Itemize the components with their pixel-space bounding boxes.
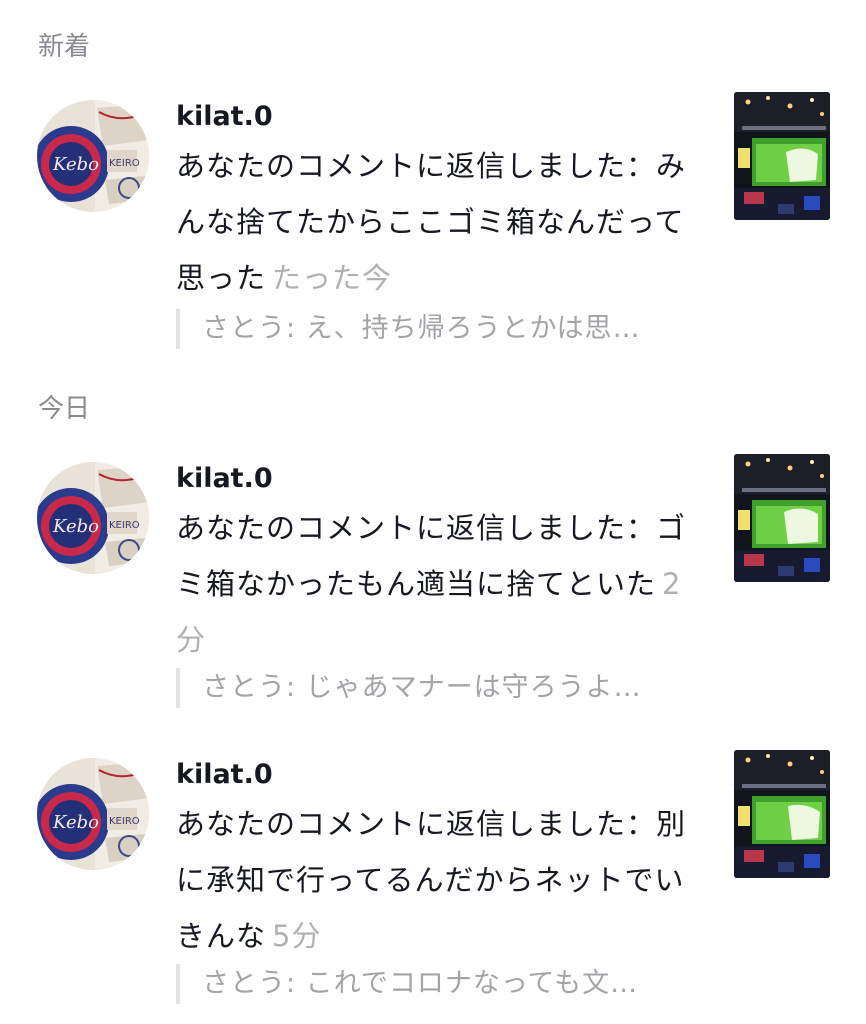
svg-text:KEIRO: KEIRO [109, 520, 140, 531]
avatar[interactable]: Kebo KEIRO [37, 758, 149, 870]
notification-message: あなたのコメントに返信しました：みんな捨てたからここゴミ箱なんだって思った たった… [176, 138, 706, 306]
message-text: あなたのコメントに返信しました：ゴミ箱なかったもん適当に捨てといた [176, 511, 687, 601]
avatar[interactable]: Kebo KEIRO [37, 100, 149, 212]
svg-text:Kebo: Kebo [52, 516, 99, 537]
avatar-image-icon: Kebo KEIRO [37, 462, 149, 574]
username[interactable]: kilat.0 [176, 758, 273, 792]
section-header-new: 新着 [38, 32, 91, 62]
reply-preview: さとう: じゃあマナーは守ろうよ… [176, 668, 642, 708]
concert-thumbnail-icon [734, 454, 830, 582]
avatar[interactable]: Kebo KEIRO [37, 462, 149, 574]
concert-thumbnail-icon [734, 92, 830, 220]
video-thumbnail[interactable] [734, 454, 830, 582]
svg-text:KEIRO: KEIRO [109, 158, 140, 169]
timestamp: たった今 [272, 261, 393, 295]
notification-message: あなたのコメントに返信しました：ゴミ箱なかったもん適当に捨てといた 2分 [176, 500, 706, 668]
username[interactable]: kilat.0 [176, 462, 273, 496]
avatar-image-icon: Kebo KEIRO [37, 758, 149, 870]
svg-text:Kebo: Kebo [52, 154, 99, 175]
reply-preview: さとう: え、持ち帰ろうとかは思… [176, 309, 641, 349]
svg-text:Kebo: Kebo [52, 812, 99, 833]
timestamp: 5分 [272, 919, 322, 953]
notification-message: あなたのコメントに返信しました：別に承知で行ってるんだからネットでいきんな 5分 [176, 796, 706, 964]
message-text: あなたのコメントに返信しました：別に承知で行ってるんだからネットでいきんな [176, 807, 687, 953]
message-text: あなたのコメントに返信しました：みんな捨てたからここゴミ箱なんだって思った [176, 149, 687, 295]
reply-preview: さとう: これでコロナなっても文… [176, 964, 638, 1004]
section-header-today: 今日 [38, 394, 91, 424]
svg-text:KEIRO: KEIRO [109, 816, 140, 827]
username[interactable]: kilat.0 [176, 100, 273, 134]
video-thumbnail[interactable] [734, 92, 830, 220]
video-thumbnail[interactable] [734, 750, 830, 878]
avatar-image-icon: Kebo KEIRO [37, 100, 149, 212]
concert-thumbnail-icon [734, 750, 830, 878]
